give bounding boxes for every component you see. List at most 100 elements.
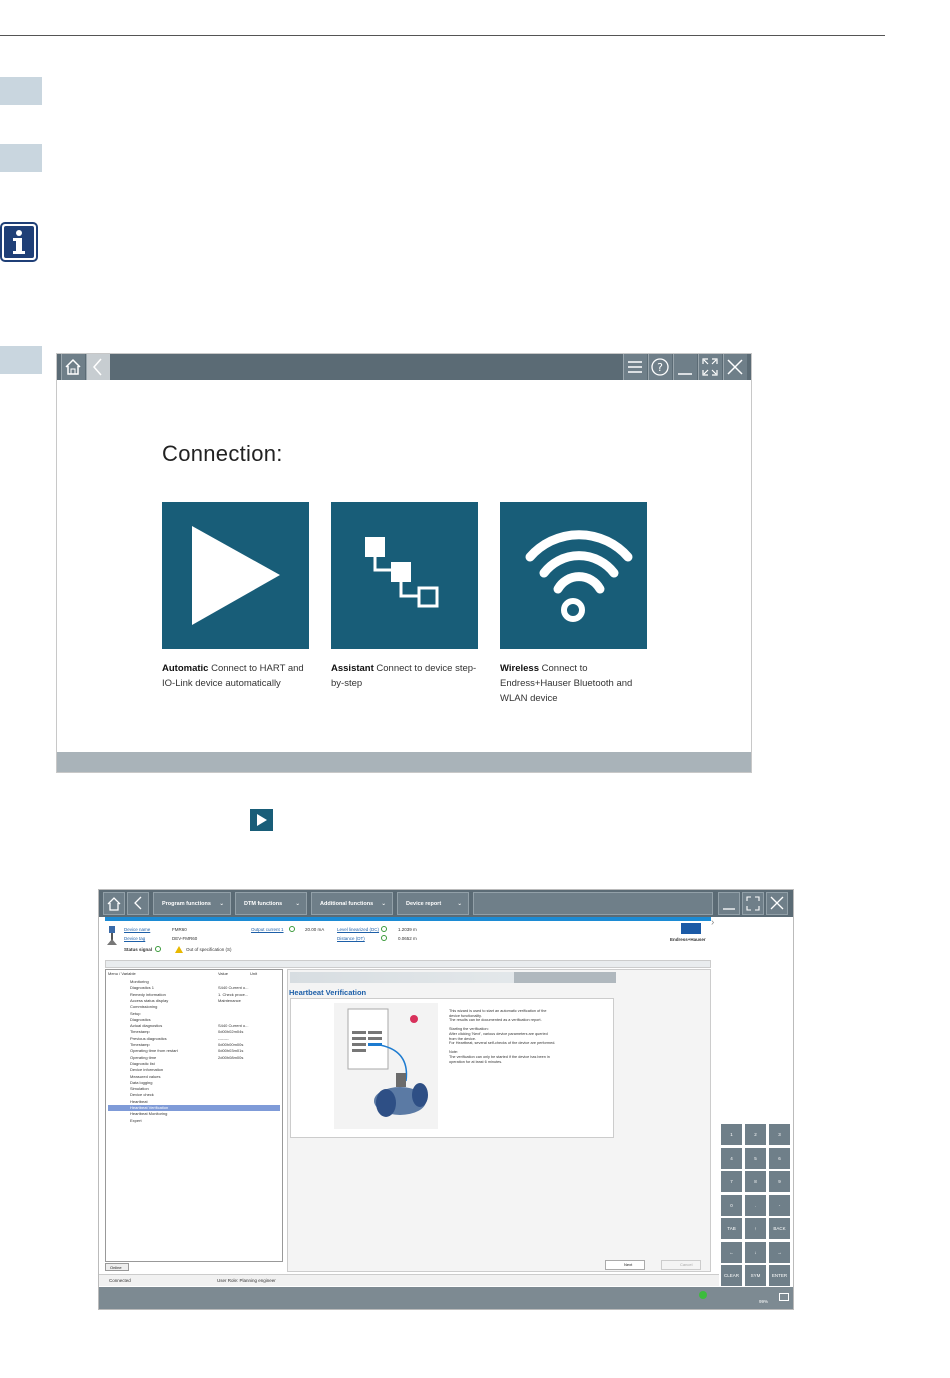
level-value: 1.2039 m xyxy=(398,927,417,932)
numpad-key[interactable]: ↑ xyxy=(745,1218,766,1239)
tree-row-label: Device check xyxy=(130,1092,154,1098)
numpad-key[interactable]: 4 xyxy=(721,1147,742,1169)
output-current-value: 20.00 mA xyxy=(305,927,325,932)
chevron-left-icon xyxy=(93,358,102,376)
tree-row[interactable]: Diagnostics xyxy=(108,1017,280,1023)
tree-row[interactable]: Timestamp 0d00h02m04s xyxy=(108,1029,280,1035)
tree-row[interactable]: Previous diagnostics -------- xyxy=(108,1036,280,1042)
refresh-icon xyxy=(289,926,295,932)
home-icon xyxy=(65,358,81,375)
description-line: This wizard is used to start an automati… xyxy=(449,1009,547,1013)
tree-row[interactable]: Access status display Maintenance xyxy=(108,998,280,1004)
numpad-key[interactable]: ↓ xyxy=(745,1241,766,1263)
tree-row[interactable]: Simulation xyxy=(108,1086,280,1092)
numpad-key[interactable]: SYM xyxy=(745,1265,766,1286)
assistant-connection-tile[interactable] xyxy=(331,502,478,649)
tree-row[interactable]: Operating time from restart 0d00h03m01s xyxy=(108,1048,280,1054)
description-line: The results can be documented as a verif… xyxy=(449,1018,542,1023)
tree-row-value: 1. Check proce... xyxy=(218,991,249,997)
numpad-key[interactable]: 1 xyxy=(721,1124,742,1145)
numpad-key[interactable]: 6 xyxy=(769,1147,790,1169)
tree-row[interactable]: Heartbeat Monitoring xyxy=(108,1111,280,1117)
tree-row[interactable]: Data logging xyxy=(108,1080,280,1086)
help-icon: ? xyxy=(651,358,669,376)
chevron-down-icon: ⌄ xyxy=(295,901,300,907)
numpad-key[interactable]: 2 xyxy=(745,1124,766,1145)
numpad-key[interactable]: 8 xyxy=(745,1171,766,1192)
tree-row-label: Timestamp xyxy=(130,1042,150,1047)
menu-button[interactable] xyxy=(623,354,647,380)
wireless-connection-tile[interactable] xyxy=(500,502,647,649)
automatic-connection-tile[interactable] xyxy=(162,502,309,649)
device-tag-value: DEV-FMR60 xyxy=(172,936,198,941)
numpad-key[interactable]: 0 xyxy=(721,1194,742,1216)
chevron-right-icon[interactable]: › xyxy=(711,917,714,928)
play-icon xyxy=(250,809,273,831)
back-button[interactable] xyxy=(127,892,149,915)
tree-row[interactable]: Expert xyxy=(108,1118,280,1124)
description-line: The verification can only be started if … xyxy=(449,1055,550,1059)
column-header-unit: Unit xyxy=(250,971,258,976)
numpad-key[interactable]: 7 xyxy=(721,1171,742,1192)
fullscreen-button[interactable] xyxy=(742,892,764,915)
fullscreen-icon xyxy=(746,896,760,911)
tree-row[interactable]: Diagnostics 1 S440 Current o... xyxy=(108,985,280,991)
tree-row[interactable]: Monitoring xyxy=(108,979,280,985)
tree-row[interactable]: Heartbeat Verification xyxy=(108,1105,280,1111)
minimize-button[interactable] xyxy=(673,354,697,380)
tree-row-label: Heartbeat xyxy=(130,1098,148,1104)
home-icon xyxy=(107,897,121,911)
minimize-button[interactable] xyxy=(718,892,740,915)
next-button[interactable]: Next xyxy=(605,1260,645,1270)
numpad-key[interactable]: TAB xyxy=(721,1218,742,1239)
tree-row-value: 0d00h00m00s xyxy=(218,1042,244,1047)
tree-row[interactable]: Heartbeat xyxy=(108,1099,280,1105)
help-button[interactable]: ? xyxy=(648,354,672,380)
tab-online[interactable]: Online xyxy=(105,1263,129,1271)
tree-row[interactable]: Device information xyxy=(108,1067,280,1073)
tree-row-value: Maintenance xyxy=(218,997,241,1003)
cancel-button[interactable]: Cancel xyxy=(661,1260,701,1270)
tree-row[interactable]: Operating time 2d00h08m00s xyxy=(108,1055,280,1061)
close-button[interactable] xyxy=(723,354,747,380)
home-button[interactable] xyxy=(103,892,125,915)
fullscreen-button[interactable] xyxy=(698,354,722,380)
menu-device-report[interactable]: Device report ⌄ xyxy=(397,892,469,915)
close-button[interactable] xyxy=(766,892,788,915)
menu-additional-functions[interactable]: Additional functions ⌄ xyxy=(311,892,393,915)
tree-row-label: Commissioning xyxy=(130,1004,158,1010)
taskbar: 99% xyxy=(99,1287,793,1309)
wizard-step-active xyxy=(514,972,616,983)
tree-row-label: Actual diagnostics xyxy=(130,1023,163,1029)
tree-row[interactable]: Remedy information 1. Check proce... xyxy=(108,992,280,998)
tree-row[interactable]: Measured values xyxy=(108,1074,280,1080)
numpad-key[interactable]: - xyxy=(769,1194,790,1216)
menu-program-functions[interactable]: Program functions ⌄ xyxy=(153,892,231,915)
keyboard-icon[interactable] xyxy=(779,1293,789,1301)
numpad-key[interactable]: ← xyxy=(721,1241,742,1263)
tree-row[interactable]: Device check xyxy=(108,1092,280,1098)
brand-name: Endress+Hauser xyxy=(670,937,706,942)
tree-row[interactable]: Commissioning xyxy=(108,1004,280,1010)
wifi-icon xyxy=(525,530,633,622)
numpad-key[interactable]: → xyxy=(769,1241,790,1263)
tree-row[interactable]: Setup xyxy=(108,1011,280,1017)
on-screen-numpad: 1 2 3 4 5 6 7 8 9 0. - TAB ↑ BACK ← ↓ → CLEAR SYM ENTER xyxy=(721,1124,793,1286)
chevron-down-icon: ⌄ xyxy=(457,901,462,907)
menu-dtm-functions[interactable]: DTM functions ⌄ xyxy=(235,892,307,915)
automatic-caption: Automatic Connect to HART and IO-Link de… xyxy=(162,663,304,689)
tree-row[interactable]: Actual diagnostics S440 Current o... xyxy=(108,1023,280,1029)
numpad-key[interactable]: . xyxy=(745,1194,766,1216)
device-name-value: FMR60 xyxy=(172,927,187,932)
numpad-key[interactable]: CLEAR xyxy=(721,1265,742,1286)
numpad-key[interactable]: 5 xyxy=(745,1147,766,1169)
minimize-icon xyxy=(723,908,735,910)
tree-row[interactable]: Diagnostic list xyxy=(108,1061,280,1067)
numpad-key[interactable]: BACK xyxy=(769,1218,790,1239)
back-button[interactable] xyxy=(86,354,110,380)
numpad-key[interactable]: 3 xyxy=(769,1124,790,1145)
numpad-key[interactable]: ENTER xyxy=(769,1265,790,1286)
numpad-key[interactable]: 9 xyxy=(769,1171,790,1192)
tree-row[interactable]: Timestamp 0d00h00m00s xyxy=(108,1042,280,1048)
home-button[interactable] xyxy=(61,354,85,380)
